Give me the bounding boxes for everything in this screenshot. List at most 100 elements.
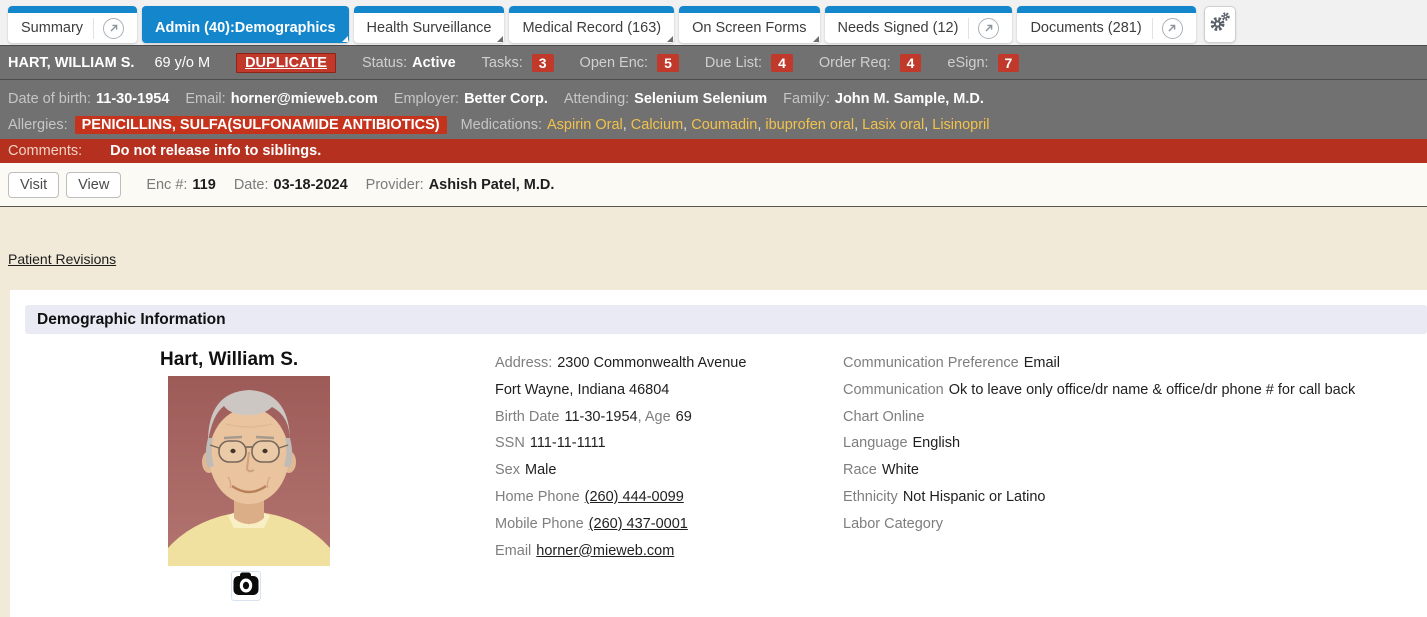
- birth-date-label: Birth Date: [495, 409, 559, 425]
- medication-link[interactable]: Lasix oral: [862, 117, 924, 133]
- order-req-count-badge[interactable]: 4: [900, 54, 922, 72]
- dob-field: Date of birth:11-30-1954: [8, 91, 169, 107]
- comments-value: Do not release info to siblings.: [110, 143, 321, 159]
- encounter-bar: Visit View Enc #:119 Date: 03-18-2024 Pro…: [0, 163, 1427, 207]
- section-header: Demographic Information: [25, 305, 1427, 334]
- tab-health-surveillance-label: Health Surveillance: [367, 20, 492, 36]
- esign-label: eSign:: [947, 55, 988, 71]
- comments-label: Comments:: [8, 143, 82, 159]
- address-line1: 2300 Commonwealth Avenue: [557, 355, 746, 371]
- family-field: Family: John M. Sample, M.D.: [783, 91, 984, 107]
- allergies-badge[interactable]: PENICILLINS, SULFA(SULFONAMIDE ANTIBIOTI…: [75, 116, 447, 134]
- address-label: Address:: [495, 355, 552, 371]
- visit-button[interactable]: Visit: [8, 172, 59, 198]
- family-value: John M. Sample, M.D.: [835, 91, 984, 107]
- medication-separator: ,: [623, 117, 631, 133]
- open-enc-count-badge[interactable]: 5: [657, 54, 679, 72]
- communication-preference-label: Communication Preference: [843, 355, 1019, 371]
- tasks-label: Tasks:: [482, 55, 523, 71]
- employer-label: Employer:: [394, 91, 459, 107]
- enc-provider-value: Ashish Patel, M.D.: [429, 177, 555, 193]
- sex-row: SexMale: [495, 457, 746, 484]
- tab-documents-label: Documents (281): [1030, 20, 1141, 36]
- tab-needs-signed-popout[interactable]: [968, 18, 999, 39]
- tab-admin-demographics[interactable]: Admin (40):Demographics: [142, 6, 348, 43]
- patient-revisions-link[interactable]: Patient Revisions: [8, 251, 116, 267]
- patient-photo: [168, 376, 330, 566]
- due-list-count-badge[interactable]: 4: [771, 54, 793, 72]
- tab-medical-record-label: Medical Record (163): [522, 20, 661, 36]
- age-value: 69: [676, 409, 692, 425]
- communication-preference-value: Email: [1024, 355, 1060, 371]
- open-in-new-circle-arrow-icon: [1162, 18, 1183, 39]
- patient-age-sex: 69 y/o M: [154, 55, 210, 71]
- communication-value: Ok to leave only office/dr name & office…: [949, 382, 1356, 398]
- view-button[interactable]: View: [66, 172, 121, 198]
- enc-date-field: Date: 03-18-2024: [234, 177, 348, 193]
- duplicate-badge[interactable]: DUPLICATE: [236, 53, 336, 73]
- patient-name-header: HART, WILLIAM S.: [8, 55, 134, 71]
- chart-online-label: Chart Online: [843, 409, 924, 425]
- enc-provider-field: Provider: Ashish Patel, M.D.: [366, 177, 555, 193]
- enc-number-field: Enc #:119: [146, 177, 216, 193]
- age-label: , Age: [638, 409, 671, 425]
- medication-link[interactable]: Aspirin Oral: [547, 117, 623, 133]
- enc-date-label: Date:: [234, 177, 269, 193]
- race-row: Race White: [843, 457, 1355, 484]
- tab-summary-label: Summary: [21, 20, 83, 36]
- email-value: horner@mieweb.com: [231, 91, 378, 107]
- family-label: Family:: [783, 91, 830, 107]
- address-row-2: Fort Wayne, Indiana 46804: [495, 377, 746, 404]
- tab-documents[interactable]: Documents (281): [1017, 6, 1195, 43]
- due-list-label: Due List:: [705, 55, 762, 71]
- open-enc-label: Open Enc:: [580, 55, 649, 71]
- camera-icon: [233, 571, 259, 602]
- home-phone-link[interactable]: (260) 444-0099: [585, 489, 684, 505]
- labor-category-label: Labor Category: [843, 516, 943, 532]
- race-value: White: [882, 462, 919, 478]
- medication-separator: ,: [683, 117, 691, 133]
- email-label: Email:: [185, 91, 225, 107]
- medication-separator: ,: [757, 117, 765, 133]
- tab-medical-record[interactable]: Medical Record (163): [509, 6, 674, 43]
- email-link[interactable]: horner@mieweb.com: [536, 543, 674, 559]
- enc-date-value: 03-18-2024: [274, 177, 348, 193]
- tab-documents-popout[interactable]: [1152, 18, 1183, 39]
- language-row: LanguageEnglish: [843, 430, 1355, 457]
- tab-summary[interactable]: Summary: [8, 6, 137, 43]
- medication-link[interactable]: ibuprofen oral: [765, 117, 854, 133]
- tab-health-surveillance[interactable]: Health Surveillance: [354, 6, 505, 43]
- race-label: Race: [843, 462, 877, 478]
- home-phone-row: Home Phone (260) 444-0099: [495, 484, 746, 511]
- chart-online-row: Chart Online: [843, 404, 1355, 431]
- tab-admin-label: Admin (40):Demographics: [155, 20, 335, 36]
- open-in-new-circle-arrow-icon: [978, 18, 999, 39]
- medication-link[interactable]: Calcium: [631, 117, 683, 133]
- mobile-phone-link[interactable]: (260) 437-0001: [589, 516, 688, 532]
- communication-row: CommunicationOk to leave only office/dr …: [843, 377, 1355, 404]
- tab-needs-signed-label: Needs Signed (12): [838, 20, 959, 36]
- dob-label: Date of birth:: [8, 91, 91, 107]
- tab-on-screen-forms[interactable]: On Screen Forms: [679, 6, 819, 43]
- employer-field: Employer: Better Corp.: [394, 91, 548, 107]
- change-photo-button[interactable]: [231, 571, 261, 601]
- open-in-new-circle-arrow-icon: [103, 18, 124, 39]
- medication-link[interactable]: Coumadin: [691, 117, 757, 133]
- enc-number-value: 119: [192, 177, 215, 193]
- esign-count-badge[interactable]: 7: [998, 54, 1020, 72]
- enc-provider-label: Provider:: [366, 177, 424, 193]
- settings-button[interactable]: [1204, 6, 1236, 43]
- tab-needs-signed[interactable]: Needs Signed (12): [825, 6, 1013, 43]
- chart-tab-bar: Summary Admin (40):Demographics Health S…: [0, 0, 1427, 45]
- info-row-1: Date of birth:11-30-1954 Email: horner@mi…: [8, 86, 1419, 112]
- ssn-row: SSN111-11-1111: [495, 430, 746, 457]
- main-content: Patient Revisions Demographic Informatio…: [0, 207, 1427, 617]
- patient-info-bar: Date of birth:11-30-1954 Email: horner@mi…: [0, 79, 1427, 139]
- ssn-value: 111-11-1111: [530, 435, 606, 451]
- home-phone-label: Home Phone: [495, 489, 580, 505]
- medication-link[interactable]: Lisinopril: [932, 117, 989, 133]
- tasks-count-badge[interactable]: 3: [532, 54, 554, 72]
- sex-label: Sex: [495, 462, 520, 478]
- employer-value: Better Corp.: [464, 91, 548, 107]
- tab-summary-popout[interactable]: [93, 18, 124, 39]
